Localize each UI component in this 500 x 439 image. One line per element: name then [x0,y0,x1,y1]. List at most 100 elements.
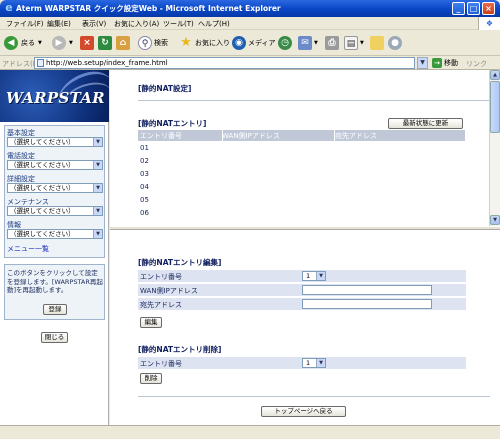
nav-select-info-value: （選択してください） [10,230,75,238]
mail-button[interactable]: ✉ ▼ [298,35,318,51]
edit-section-title: [静的NATエントリ編集] [138,258,222,267]
edit-wan-label: WAN側IPアドレス [140,287,198,295]
column-wan-ip: WAN側IPアドレス [222,132,280,140]
menu-edit[interactable]: 編集(E) [47,19,71,29]
chevron-down-icon: ▼ [93,184,102,192]
go-button[interactable]: → 移動 [432,58,458,68]
column-entry-number: エントリ番号 [140,132,182,140]
nav-select-phone[interactable]: （選択してください） ▼ [7,160,103,170]
menu-favorites[interactable]: お気に入り(A) [114,19,159,29]
search-button[interactable]: ⚲ 検索 [138,35,168,51]
links-button[interactable]: リンク [466,59,487,69]
entry-number-cell: 02 [140,157,149,165]
delete-button[interactable]: 削除 [140,373,162,384]
home-icon: ⌂ [116,36,130,50]
history-button[interactable]: ◷ [278,35,292,51]
menu-list-link[interactable]: メニュー一覧 [7,244,49,254]
delete-section-title: [静的NATエントリ削除] [138,345,222,354]
address-url: http://web.setup/index_frame.html [46,59,168,67]
nat-entry-title: [静的NATエントリ] [138,119,207,128]
home-button[interactable]: ⌂ [116,35,130,51]
forward-dropdown-icon[interactable]: ▼ [69,40,73,46]
scroll-down-icon[interactable]: ▼ [490,215,500,225]
menu-tools[interactable]: ツール(T) [163,19,194,29]
toolbar: ◀ 戻る ▼ ▶ ▼ × ↻ ⌂ ⚲ 検索 ★ お気に入り ◉ メディア ◷ ✉… [0,31,500,56]
history-icon: ◷ [278,36,292,50]
wan-ip-input[interactable] [302,285,432,295]
back-label: 戻る [21,39,35,47]
forward-button[interactable]: ▶ ▼ [52,35,73,51]
top-frame-scrollbar[interactable]: ▲ ▼ [489,70,500,226]
entry-number-cell: 03 [140,170,149,178]
table-row: 01 [138,142,465,154]
print-button[interactable]: ⎙ [325,35,339,51]
refresh-button[interactable]: ↻ [98,35,112,51]
print-icon: ⎙ [325,36,339,50]
back-to-top-button[interactable]: トップページへ戻る [261,406,346,417]
back-dropdown-icon[interactable]: ▼ [38,40,42,46]
chevron-down-icon: ▼ [93,207,102,215]
close-window-button[interactable]: 閉じる [41,332,68,343]
table-row: 06 [138,207,465,219]
delete-entry-select[interactable]: 1 ▼ [302,358,326,368]
nav-select-phone-value: （選択してください） [10,161,75,169]
register-message: このボタンをクリックして設定を登録します。[WARPSTAR再起動]を再起動しま… [7,269,103,294]
edit-icon: ▤ [344,36,358,50]
nav-select-maintenance[interactable]: （選択してください） ▼ [7,206,103,216]
scroll-up-icon[interactable]: ▲ [490,70,500,80]
close-button[interactable]: × [482,2,495,15]
address-dropdown-icon[interactable]: ▼ [417,57,428,69]
nav-select-basic[interactable]: （選択してください） ▼ [7,137,103,147]
mail-dropdown-icon[interactable]: ▼ [314,40,318,46]
edit-dropdown-icon[interactable]: ▼ [360,40,364,46]
title-bar: e Aterm WARPSTAR クイック設定Web - Microsoft I… [0,0,500,17]
nav-panel: 基本設定 （選択してください） ▼ 電話設定 （選択してください） ▼ 詳細設定 （… [4,125,105,258]
menu-view[interactable]: 表示(V) [82,19,106,29]
chevron-down-icon: ▼ [316,272,325,280]
edit-entry-label: エントリ番号 [140,273,182,281]
edit-button[interactable]: ▤ ▼ [344,35,364,51]
refresh-status-button[interactable]: 最新状態に更新 [388,118,463,129]
menu-file[interactable]: ファイル(F) [6,19,44,29]
nav-select-advanced[interactable]: （選択してください） ▼ [7,183,103,193]
stop-button[interactable]: × [80,35,94,51]
menu-help[interactable]: ヘルプ(H) [198,19,230,29]
table-row: 04 [138,181,465,193]
ie-icon: e [5,1,13,14]
back-arrow-icon: ◀ [4,36,18,50]
favorites-label: お気に入り [195,39,230,47]
title-divider [138,100,490,101]
edit-entry-value: 1 [306,272,311,280]
favorites-button[interactable]: ★ お気に入り [179,35,230,51]
register-panel: このボタンをクリックして設定を登録します。[WARPSTAR再起動]を再起動しま… [4,264,105,320]
chevron-down-icon: ▼ [93,230,102,238]
entry-number-cell: 05 [140,196,149,204]
media-button[interactable]: ◉ メディア [232,35,276,51]
search-label: 検索 [154,39,168,47]
edit-entry-select[interactable]: 1 ▼ [302,271,326,281]
chevron-down-icon: ▼ [93,138,102,146]
bottom-divider [138,396,490,397]
edit-entry-row: エントリ番号 1 ▼ [138,270,466,282]
table-row: 05 [138,194,465,206]
address-bar: アドレス(D) http://web.setup/index_frame.htm… [0,56,500,70]
messenger-button[interactable]: ● [388,35,402,51]
logo-text: WARPSTAR [6,89,105,107]
scroll-thumb[interactable] [490,81,500,133]
edit-dest-row: 宛先アドレス [138,298,466,310]
destination-input[interactable] [302,299,432,309]
minimize-button[interactable]: _ [452,2,465,15]
register-button[interactable]: 登録 [43,304,67,315]
go-arrow-icon: → [432,58,442,68]
address-input[interactable]: http://web.setup/index_frame.html [34,57,415,69]
forward-arrow-icon: ▶ [52,36,66,50]
stop-icon: × [80,36,94,50]
nav-select-info[interactable]: （選択してください） ▼ [7,229,103,239]
entry-number-cell: 04 [140,183,149,191]
edit-button[interactable]: 編集 [140,317,162,328]
folder-button[interactable] [370,35,384,51]
edit-wan-row: WAN側IPアドレス [138,284,466,296]
maximize-button[interactable]: □ [467,2,480,15]
back-button[interactable]: ◀ 戻る ▼ [4,35,42,51]
delete-entry-row: エントリ番号 1 ▼ [138,357,466,369]
